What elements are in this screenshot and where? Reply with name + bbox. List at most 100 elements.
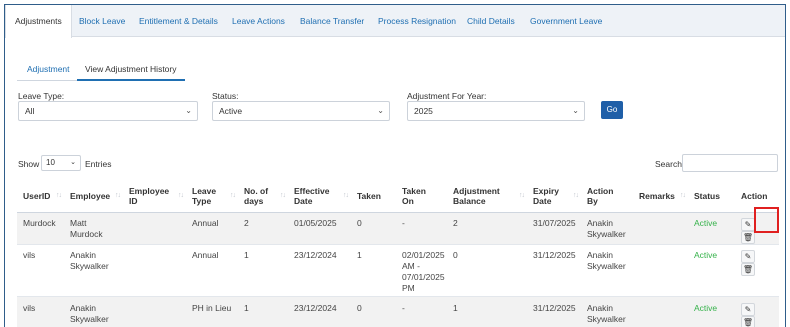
cell-action-by: Anakin Skywalker bbox=[581, 212, 633, 245]
adjustment-year-value: 2025 bbox=[414, 106, 433, 116]
cell-adjustment-balance: 0 bbox=[447, 244, 527, 297]
status-value: Active bbox=[219, 106, 243, 116]
cell-leave-type: Annual bbox=[186, 244, 238, 297]
column-header-action-by[interactable]: Action By bbox=[581, 181, 633, 213]
cell-taken-on: - bbox=[396, 296, 447, 327]
cell-userid: Murdock bbox=[17, 212, 64, 245]
cell-employee-id bbox=[123, 296, 186, 327]
cell-taken-on: 02/01/2025 AM -07/01/2025 PM bbox=[396, 244, 447, 297]
trash-icon: 🗑 bbox=[742, 232, 754, 242]
edit-button[interactable]: ✎ bbox=[741, 217, 755, 231]
sort-arrows-icon: ↑↓ bbox=[680, 192, 686, 199]
sort-arrows-icon: ↑↓ bbox=[519, 192, 525, 199]
cell-action-by: Anakin Skywalker bbox=[581, 244, 633, 297]
show-label: Show bbox=[18, 159, 40, 169]
cell-days: 1 bbox=[238, 244, 288, 297]
pencil-icon: ✎ bbox=[744, 304, 752, 314]
tab-leave-actions[interactable]: Leave Actions bbox=[232, 5, 285, 37]
cell-effective-date: 23/12/2024 bbox=[288, 296, 351, 327]
cell-employee-id bbox=[123, 212, 186, 245]
pencil-icon: ✎ bbox=[744, 251, 752, 261]
cell-leave-type: Annual bbox=[186, 212, 238, 245]
page-size-value: 10 bbox=[46, 158, 55, 167]
tab-entitlement-details[interactable]: Entitlement & Details bbox=[139, 5, 218, 37]
column-header-adjustment-balance[interactable]: Adjustment Balance ↑↓ bbox=[447, 181, 527, 213]
sort-arrows-icon: ↑↓ bbox=[56, 192, 62, 199]
table-row: vils Anakin Skywalker Annual 1 23/12/2024… bbox=[17, 244, 779, 297]
edit-button[interactable]: ✎ bbox=[741, 302, 755, 316]
column-header-status[interactable]: Status bbox=[688, 181, 735, 213]
cell-remarks bbox=[633, 212, 688, 245]
entries-label: Entries bbox=[85, 159, 112, 169]
tab-government-leave[interactable]: Government Leave bbox=[530, 5, 602, 37]
search-input[interactable] bbox=[682, 154, 778, 172]
cell-taken: 1 bbox=[351, 244, 396, 297]
cell-action-by: Anakin Skywalker bbox=[581, 296, 633, 327]
tab-adjustments[interactable]: Adjustments bbox=[5, 5, 72, 38]
cell-leave-type: PH in Lieu bbox=[186, 296, 238, 327]
status-badge: Active bbox=[688, 212, 735, 245]
table-header-row: UserID ↑↓ Employee ↑↓ Employee ID ↑↓ Leave Ty… bbox=[17, 181, 779, 213]
cell-employee: Anakin Skywalker bbox=[64, 244, 123, 297]
cell-effective-date: 23/12/2024 bbox=[288, 244, 351, 297]
column-header-taken-on[interactable]: Taken On bbox=[396, 181, 447, 213]
status-select[interactable]: Active ⌄ bbox=[212, 101, 390, 121]
delete-button[interactable]: 🗑 bbox=[741, 262, 755, 276]
chevron-down-icon: ⌄ bbox=[185, 106, 192, 115]
column-header-effective-date[interactable]: Effective Date ↑↓ bbox=[288, 181, 351, 213]
column-header-employee-id[interactable]: Employee ID ↑↓ bbox=[123, 181, 186, 213]
delete-button[interactable]: 🗑 bbox=[741, 230, 755, 244]
table-row: vils Anakin Skywalker PH in Lieu 1 23/12/… bbox=[17, 296, 779, 327]
pencil-icon: ✎ bbox=[744, 219, 752, 229]
cell-adjustment-balance: 1 bbox=[447, 296, 527, 327]
chevron-down-icon: ⌄ bbox=[572, 106, 579, 115]
cell-taken-on: - bbox=[396, 212, 447, 245]
column-header-userid[interactable]: UserID ↑↓ bbox=[17, 181, 64, 213]
sort-arrows-icon: ↑↓ bbox=[115, 192, 121, 199]
column-header-employee[interactable]: Employee ↑↓ bbox=[64, 181, 123, 213]
cell-taken: 0 bbox=[351, 212, 396, 245]
sort-arrows-icon: ↑↓ bbox=[343, 192, 349, 199]
table-row: Murdock Matt Murdock Annual 2 01/05/2025… bbox=[17, 212, 779, 245]
cell-userid: vils bbox=[17, 244, 64, 297]
search-label: Search bbox=[655, 159, 682, 169]
delete-button[interactable]: 🗑 bbox=[741, 315, 755, 327]
subtab-adjustment[interactable]: Adjustment bbox=[27, 59, 70, 81]
column-header-remarks[interactable]: Remarks ↑↓ bbox=[633, 181, 688, 213]
tab-child-details[interactable]: Child Details bbox=[467, 5, 515, 37]
cell-adjustment-balance: 2 bbox=[447, 212, 527, 245]
leave-type-select[interactable]: All ⌄ bbox=[18, 101, 198, 121]
cell-days: 1 bbox=[238, 296, 288, 327]
tab-process-resignation[interactable]: Process Resignation bbox=[378, 5, 456, 37]
delete-button-highlight bbox=[754, 207, 779, 233]
column-header-no-of-days[interactable]: No. of days ↑↓ bbox=[238, 181, 288, 213]
subtab-view-adjustment-history[interactable]: View Adjustment History bbox=[77, 59, 185, 81]
sort-arrows-icon: ↑↓ bbox=[573, 192, 579, 199]
tab-balance-transfer[interactable]: Balance Transfer bbox=[300, 5, 364, 37]
cell-remarks bbox=[633, 296, 688, 327]
column-header-expiry-date[interactable]: Expiry Date ↑↓ bbox=[527, 181, 581, 213]
cell-days: 2 bbox=[238, 212, 288, 245]
cell-userid: vils bbox=[17, 296, 64, 327]
sort-arrows-icon: ↑↓ bbox=[280, 192, 286, 199]
adjustment-history-table: UserID ↑↓ Employee ↑↓ Employee ID ↑↓ Leave Ty… bbox=[17, 181, 779, 327]
edit-button[interactable]: ✎ bbox=[741, 249, 755, 263]
leave-type-label: Leave Type: bbox=[18, 91, 65, 101]
go-button[interactable]: Go bbox=[601, 101, 623, 119]
tab-block-leave[interactable]: Block Leave bbox=[79, 5, 125, 37]
adjustment-year-label: Adjustment For Year: bbox=[407, 91, 487, 101]
cell-actions: ✎🗑 bbox=[735, 244, 779, 297]
main-tab-bar: Adjustments Block Leave Entitlement & De… bbox=[5, 5, 785, 38]
status-badge: Active bbox=[688, 244, 735, 297]
trash-icon: 🗑 bbox=[742, 264, 754, 274]
sort-arrows-icon: ↑↓ bbox=[178, 192, 184, 199]
adjustment-year-select[interactable]: 2025 ⌄ bbox=[407, 101, 585, 121]
chevron-down-icon: ⌄ bbox=[377, 106, 384, 115]
sub-tab-bar: Adjustment View Adjustment History bbox=[17, 59, 185, 81]
column-header-taken[interactable]: Taken bbox=[351, 181, 396, 213]
page-size-select[interactable]: 10 ⌄ bbox=[41, 155, 81, 171]
sort-arrows-icon: ↑↓ bbox=[230, 192, 236, 199]
cell-expiry-date: 31/12/2025 bbox=[527, 244, 581, 297]
column-header-leave-type[interactable]: Leave Type ↑↓ bbox=[186, 181, 238, 213]
trash-icon: 🗑 bbox=[742, 317, 754, 327]
